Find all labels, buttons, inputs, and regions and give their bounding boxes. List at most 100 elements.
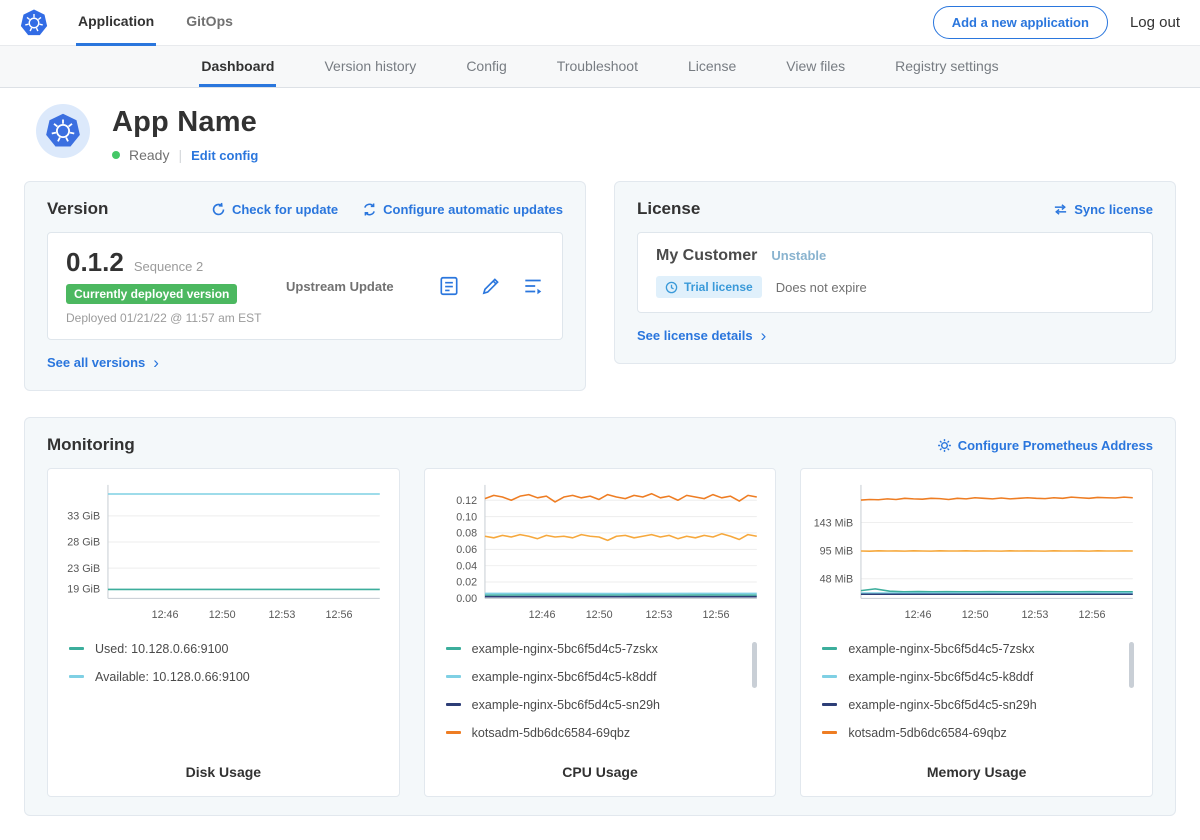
ready-status-dot xyxy=(112,151,120,159)
legend-scrollbar[interactable] xyxy=(752,642,757,688)
svg-text:33 GiB: 33 GiB xyxy=(67,511,100,523)
subnav-config[interactable]: Config xyxy=(464,46,508,87)
deploy-logs-icon[interactable] xyxy=(522,275,544,297)
app-header: App Name Ready | Edit config xyxy=(24,88,1176,169)
legend-label: Used: 10.128.0.66:9100 xyxy=(95,642,228,656)
svg-text:0.04: 0.04 xyxy=(456,560,477,572)
status-text: Ready xyxy=(129,147,169,163)
svg-text:19 GiB: 19 GiB xyxy=(67,584,100,596)
svg-text:12:56: 12:56 xyxy=(702,609,729,621)
legend-label: example-nginx-5bc6f5d4c5-7zskx xyxy=(472,642,658,656)
see-all-versions-link[interactable]: See all versions › xyxy=(47,354,159,371)
legend-swatch xyxy=(446,703,461,706)
chart-title: CPU Usage xyxy=(438,756,763,790)
svg-text:0.02: 0.02 xyxy=(456,577,477,589)
sync-license-link[interactable]: Sync license xyxy=(1053,202,1153,217)
trial-license-label: Trial license xyxy=(684,280,753,294)
disk-usage-chart: 19 GiB23 GiB28 GiB33 GiB12:4612:5012:531… xyxy=(47,468,400,797)
legend-label: example-nginx-5bc6f5d4c5-sn29h xyxy=(848,698,1036,712)
check-for-update-link[interactable]: Check for update xyxy=(211,202,338,217)
legend-label: example-nginx-5bc6f5d4c5-sn29h xyxy=(472,698,660,712)
chart-legend: example-nginx-5bc6f5d4c5-7zskx example-ng… xyxy=(446,642,743,740)
version-title: Version xyxy=(47,199,108,219)
channel-name: Unstable xyxy=(771,248,826,263)
legend-item: example-nginx-5bc6f5d4c5-7zskx xyxy=(822,642,1119,656)
legend-swatch xyxy=(822,731,837,734)
edit-config-link[interactable]: Edit config xyxy=(191,148,258,163)
svg-text:12:46: 12:46 xyxy=(152,609,179,621)
see-license-details-link[interactable]: See license details › xyxy=(637,327,766,344)
divider: | xyxy=(178,147,182,163)
upstream-update-label: Upstream Update xyxy=(286,279,426,294)
page-title: App Name xyxy=(112,106,258,139)
legend-item: kotsadm-5db6dc6584-69qbz xyxy=(446,726,743,740)
svg-text:12:53: 12:53 xyxy=(268,609,295,621)
subnav-registry-settings[interactable]: Registry settings xyxy=(893,46,1000,87)
customer-name: My Customer xyxy=(656,247,757,265)
svg-text:0.12: 0.12 xyxy=(456,495,477,507)
legend-swatch xyxy=(446,647,461,650)
svg-text:0.06: 0.06 xyxy=(456,544,477,556)
clock-icon xyxy=(665,281,678,294)
version-number: 0.1.2 xyxy=(66,247,124,278)
chart-legend: Used: 10.128.0.66:9100 Available: 10.128.… xyxy=(69,642,366,684)
svg-text:12:50: 12:50 xyxy=(962,609,989,621)
chart-canvas: 0.000.020.040.060.080.100.1212:4612:5012… xyxy=(438,481,763,626)
svg-text:12:50: 12:50 xyxy=(209,609,236,621)
license-panel: License Sync license My Customer Unstabl… xyxy=(614,181,1176,364)
legend-label: example-nginx-5bc6f5d4c5-k8ddf xyxy=(472,670,657,684)
svg-text:0.10: 0.10 xyxy=(456,511,477,523)
sync-license-label: Sync license xyxy=(1074,202,1153,217)
legend-swatch xyxy=(446,675,461,678)
configure-prometheus-label: Configure Prometheus Address xyxy=(958,438,1153,453)
legend-swatch xyxy=(69,675,84,678)
legend-item: example-nginx-5bc6f5d4c5-7zskx xyxy=(446,642,743,656)
svg-text:48 MiB: 48 MiB xyxy=(820,573,853,585)
legend-label: Available: 10.128.0.66:9100 xyxy=(95,670,250,684)
svg-text:12:46: 12:46 xyxy=(528,609,555,621)
svg-text:12:56: 12:56 xyxy=(326,609,353,621)
svg-text:12:53: 12:53 xyxy=(645,609,672,621)
chevron-right-icon: › xyxy=(153,354,159,371)
configure-automatic-updates-link[interactable]: Configure automatic updates xyxy=(362,202,563,217)
subnav-license[interactable]: License xyxy=(686,46,738,87)
legend-swatch xyxy=(822,647,837,650)
kubernetes-logo[interactable] xyxy=(20,9,48,37)
edit-config-icon[interactable] xyxy=(480,275,502,297)
legend-item: Available: 10.128.0.66:9100 xyxy=(69,670,366,684)
legend-item: kotsadm-5db6dc6584-69qbz xyxy=(822,726,1119,740)
svg-text:0.00: 0.00 xyxy=(456,593,477,605)
add-application-button[interactable]: Add a new application xyxy=(933,6,1108,39)
configure-prometheus-link[interactable]: Configure Prometheus Address xyxy=(937,438,1153,453)
trial-license-badge: Trial license xyxy=(656,276,762,298)
legend-item: example-nginx-5bc6f5d4c5-k8ddf xyxy=(822,670,1119,684)
nav-tab-gitops[interactable]: GitOps xyxy=(184,0,235,46)
chart-plot-area: 48 MiB95 MiB143 MiB12:4612:5012:5312:56 xyxy=(814,481,1139,626)
refresh-icon xyxy=(211,202,226,217)
chart-legend: example-nginx-5bc6f5d4c5-7zskx example-ng… xyxy=(822,642,1119,740)
nav-tab-application[interactable]: Application xyxy=(76,0,156,46)
current-version-card: 0.1.2 Sequence 2 Currently deployed vers… xyxy=(47,232,563,340)
logout-button[interactable]: Log out xyxy=(1130,14,1180,31)
top-navbar: Application GitOps Add a new application… xyxy=(0,0,1200,46)
legend-swatch xyxy=(446,731,461,734)
svg-text:12:46: 12:46 xyxy=(905,609,932,621)
subnav-version-history[interactable]: Version history xyxy=(322,46,418,87)
chevron-right-icon: › xyxy=(761,327,767,344)
subnav-troubleshoot[interactable]: Troubleshoot xyxy=(555,46,640,87)
auto-update-icon xyxy=(362,202,377,217)
svg-text:28 GiB: 28 GiB xyxy=(67,537,100,549)
subnav-dashboard[interactable]: Dashboard xyxy=(199,46,276,87)
subnav-view-files[interactable]: View files xyxy=(784,46,847,87)
license-expiration: Does not expire xyxy=(776,280,867,295)
svg-text:12:53: 12:53 xyxy=(1022,609,1049,621)
chart-plot-area: 0.000.020.040.060.080.100.1212:4612:5012… xyxy=(438,481,763,626)
version-sequence: Sequence 2 xyxy=(134,259,203,274)
deployed-timestamp: Deployed 01/21/22 @ 11:57 am EST xyxy=(66,311,274,325)
legend-swatch xyxy=(69,647,84,650)
cpu-usage-chart: 0.000.020.040.060.080.100.1212:4612:5012… xyxy=(424,468,777,797)
legend-item: Used: 10.128.0.66:9100 xyxy=(69,642,366,656)
legend-scrollbar[interactable] xyxy=(1129,642,1134,688)
svg-text:95 MiB: 95 MiB xyxy=(820,546,853,558)
release-notes-icon[interactable] xyxy=(438,275,460,297)
